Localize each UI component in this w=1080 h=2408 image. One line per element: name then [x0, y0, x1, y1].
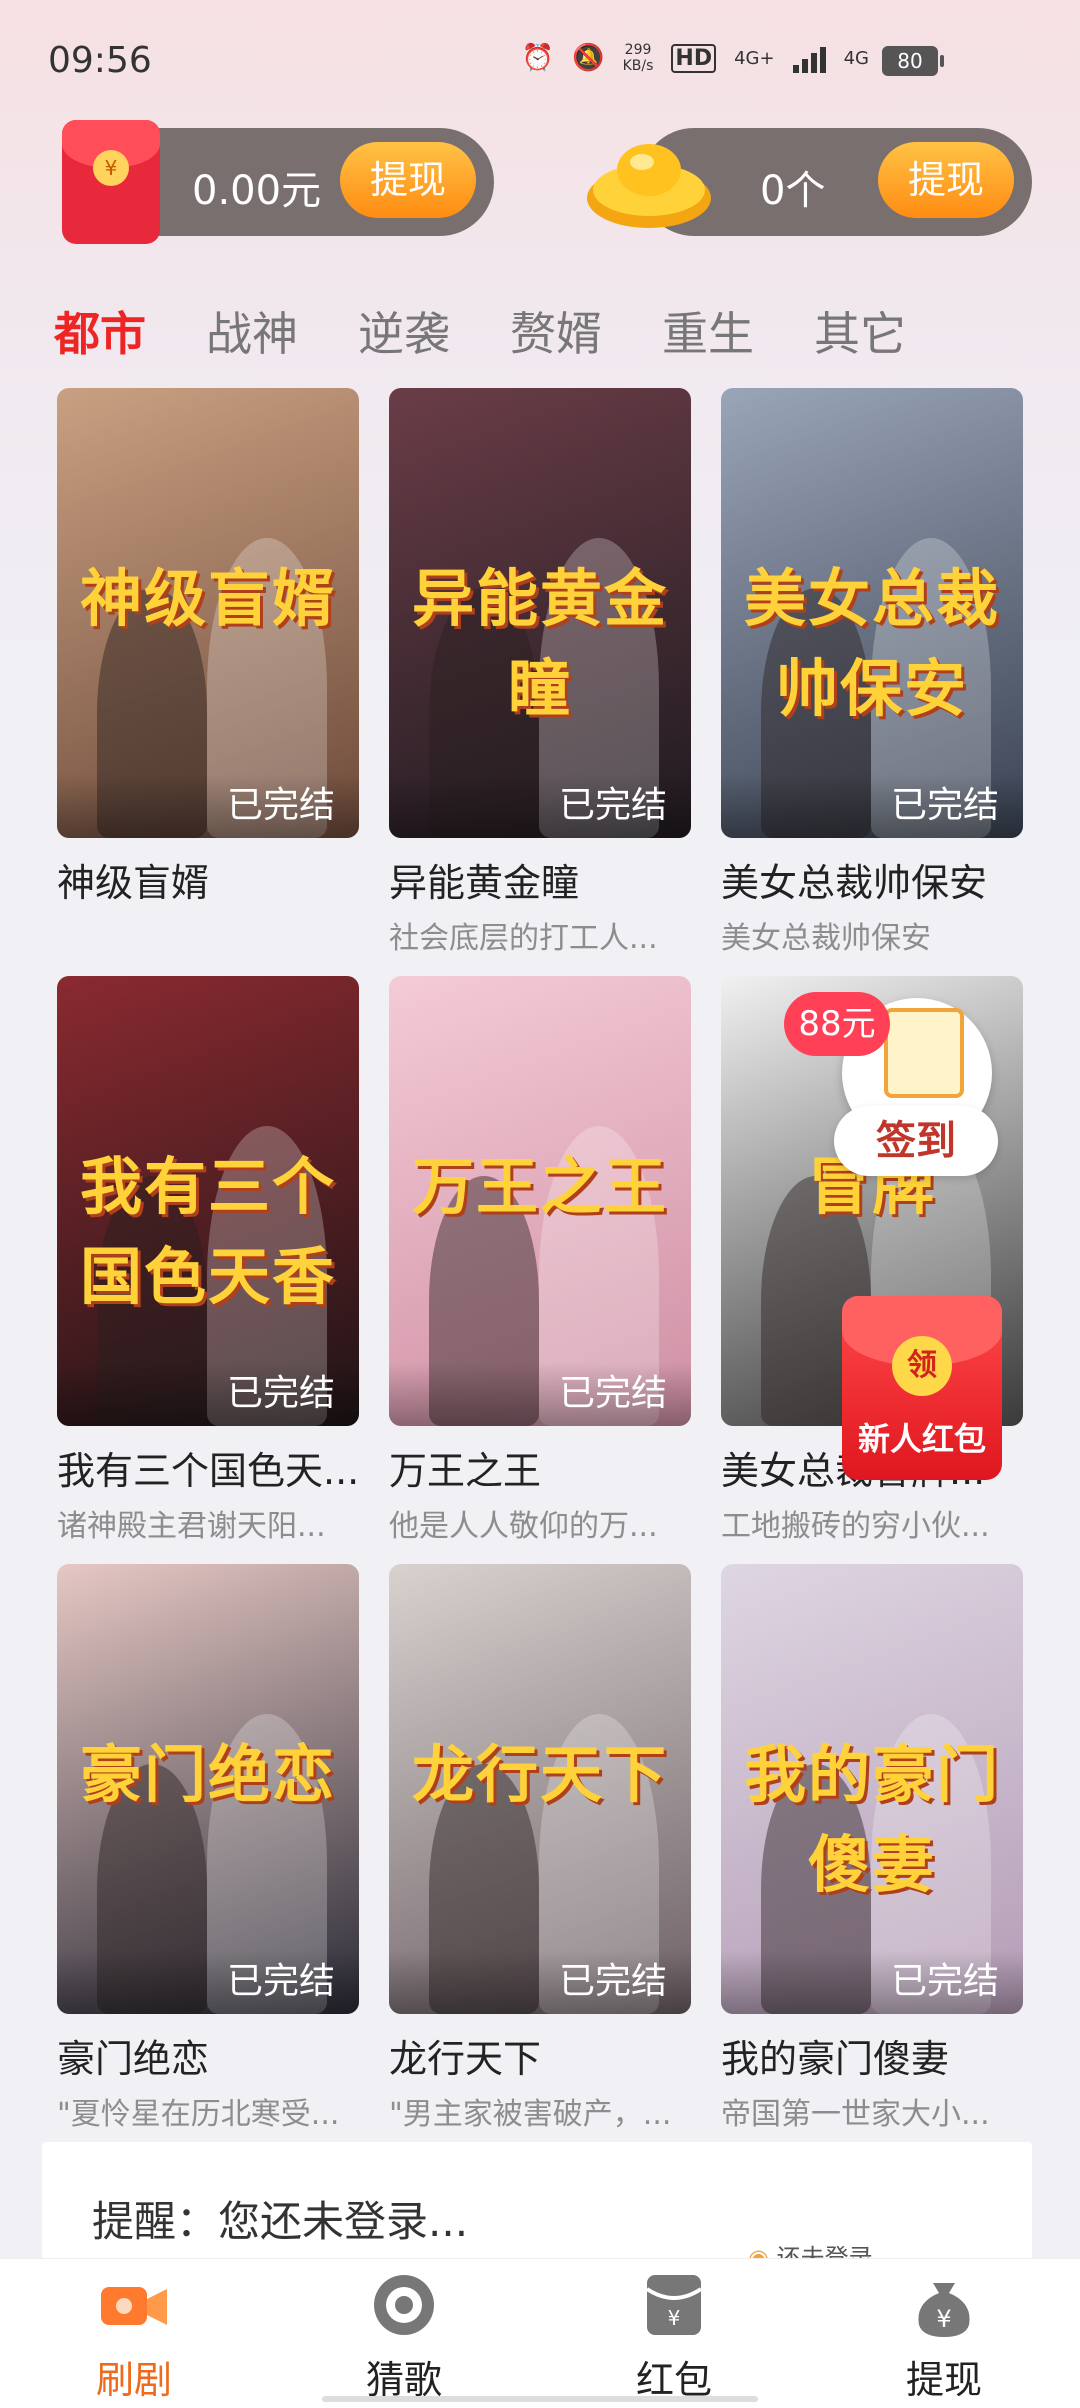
poster-title-art: 美女总裁 帅保安: [743, 562, 1000, 725]
gold-ingot-icon[interactable]: [584, 134, 714, 230]
completed-badge: 已完结: [389, 1362, 691, 1426]
drama-poster[interactable]: 神级盲婿 已完结: [57, 388, 359, 838]
cash-withdraw-button[interactable]: 提现: [340, 142, 476, 218]
signal-icon: [792, 43, 826, 73]
gold-amount: 0个: [760, 168, 826, 214]
nav-tixian[interactable]: ¥ 提现: [874, 2269, 1014, 2404]
drama-card[interactable]: 豪门绝恋 已完结 豪门绝恋 "夏怜星在历北寒受...: [57, 1564, 359, 2133]
gold-withdraw-button[interactable]: 提现: [878, 142, 1014, 218]
drama-card[interactable]: 异能黄金瞳 已完结 异能黄金瞳 社会底层的打工人...: [389, 388, 691, 957]
login-reminder-text: 提醒：您还未登录...: [92, 2197, 469, 2246]
drama-card[interactable]: 美女总裁 帅保安 已完结 美女总裁帅保安 美女总裁帅保安: [721, 388, 1023, 957]
poster-title-art: 我有三个国色天香: [79, 1150, 336, 1313]
tab-nixi[interactable]: 逆袭: [358, 298, 450, 364]
nav-shuaju-label: 刷剧: [95, 2358, 172, 2402]
money-bag-icon: ¥: [918, 2283, 970, 2337]
drama-card[interactable]: 我的豪门傻妻 已完结 我的豪门傻妻 帝国第一世家大小...: [721, 1564, 1023, 2133]
drama-poster[interactable]: 豪门绝恋 已完结: [57, 1564, 359, 2014]
new-user-red-packet[interactable]: 领 新人红包: [842, 1296, 1002, 1480]
completed-badge: 已完结: [389, 1950, 691, 2014]
alarm-icon: ⏰: [521, 43, 555, 73]
signal-4g-label: 4G: [843, 47, 869, 69]
drama-description: 社会底层的打工人...: [389, 921, 658, 956]
nav-caige[interactable]: 猜歌: [334, 2269, 474, 2404]
drama-title: 万王之王: [389, 1449, 542, 1493]
net-speed: 299 KB/s: [622, 42, 654, 74]
drama-poster[interactable]: 异能黄金瞳 已完结: [389, 388, 691, 838]
home-indicator[interactable]: [322, 2396, 758, 2402]
video-camera-icon: [101, 2287, 167, 2325]
nav-hongbao[interactable]: ¥ 红包: [604, 2269, 744, 2404]
completed-badge: 已完结: [57, 1362, 359, 1426]
clock: 09:56: [48, 40, 152, 81]
tab-qita[interactable]: 其它: [814, 298, 906, 364]
drama-title: 龙行天下: [389, 2037, 542, 2081]
category-tabs: 都市 战神 逆袭 赘婿 重生 其它: [54, 298, 906, 364]
completed-badge: 已完结: [57, 1950, 359, 2014]
nav-tixian-label: 提现: [905, 2358, 982, 2402]
new-user-red-packet-label: 新人红包: [857, 1420, 986, 1458]
drama-description: 诸神殿主君谢天阳...: [57, 1509, 326, 1544]
drama-description: 工地搬砖的穷小伙...: [721, 1509, 990, 1544]
poster-title-art: 神级盲婿: [79, 562, 336, 635]
tab-dushi[interactable]: 都市: [54, 298, 146, 364]
drama-title: 我的豪门傻妻: [721, 2037, 950, 2081]
signal-4g-plus-label: 4G+: [734, 47, 775, 69]
poster-title-art: 龙行天下: [411, 1738, 668, 1811]
drama-card[interactable]: 万王之王 已完结 万王之王 他是人人敬仰的万...: [389, 976, 691, 1545]
poster-title-art: 豪门绝恋: [79, 1738, 336, 1811]
drama-title: 美女总裁帅保安: [721, 861, 988, 905]
bottom-navigation: 刷剧 猜歌 ¥ 红包 ¥ 提现: [0, 2258, 1080, 2408]
completed-badge: 已完结: [389, 774, 691, 838]
tab-zhanshen[interactable]: 战神: [206, 298, 298, 364]
cash-amount: 0.00元: [192, 168, 322, 214]
mute-icon: 🔕: [572, 43, 605, 73]
drama-title: 豪门绝恋: [57, 2037, 210, 2081]
login-reminder[interactable]: 提醒：您还未登录... ◉ 还未登录: [42, 2142, 1032, 2272]
drama-card[interactable]: 神级盲婿 已完结 神级盲婿: [57, 388, 359, 913]
poster-title-art: 万王之王: [411, 1150, 668, 1223]
tab-zhuixu[interactable]: 赘婿: [510, 298, 602, 364]
red-envelope-icon: ¥: [645, 2275, 703, 2335]
status-bar: 09:56 ⏰ 🔕 299 KB/s HD 4G+ 4G 80: [0, 0, 1080, 120]
music-disc-icon: [374, 2275, 434, 2335]
drama-poster[interactable]: 龙行天下 已完结: [389, 1564, 691, 2014]
drama-poster[interactable]: 万王之王 已完结: [389, 976, 691, 1426]
completed-badge: 已完结: [721, 774, 1023, 838]
sign-in-label: 签到: [834, 1106, 998, 1176]
coin-icon: ¥: [93, 150, 129, 186]
drama-poster[interactable]: 我有三个国色天香已完结: [57, 976, 359, 1426]
drama-title: 异能黄金瞳: [389, 861, 580, 905]
drama-description: "男主家被害破产，...: [389, 2097, 672, 2132]
poster-title-art: 我的豪门傻妻: [743, 1738, 1000, 1901]
poster-title-art: 异能黄金瞳: [411, 562, 668, 725]
drama-card[interactable]: 我有三个国色天香已完结我有三个国色天... 诸神殿主君谢天阳...: [57, 976, 359, 1545]
completed-badge: 已完结: [721, 1950, 1023, 2014]
drama-card[interactable]: 龙行天下 已完结 龙行天下 "男主家被害破产，...: [389, 1564, 691, 2133]
drama-title: 我有三个国色天...: [57, 1449, 359, 1493]
nav-shuaju[interactable]: 刷剧: [64, 2269, 204, 2404]
svg-text:¥: ¥: [936, 2305, 951, 2333]
battery-indicator: 80: [882, 46, 944, 76]
status-icons: ⏰ 🔕 299 KB/s HD 4G+ 4G: [522, 42, 920, 74]
drama-description: 他是人人敬仰的万...: [389, 1509, 658, 1544]
checklist-icon: [884, 1008, 964, 1098]
svg-text:¥: ¥: [668, 2306, 681, 2330]
tab-chongsheng[interactable]: 重生: [662, 298, 754, 364]
drama-description: 美女总裁帅保安: [721, 921, 931, 956]
hd-icon: HD: [671, 43, 717, 73]
drama-poster[interactable]: 我的豪门傻妻 已完结: [721, 1564, 1023, 2014]
drama-poster[interactable]: 美女总裁 帅保安已完结: [721, 388, 1023, 838]
drama-description: 帝国第一世家大小...: [721, 2097, 990, 2132]
red-packet-icon[interactable]: ¥: [62, 120, 160, 244]
drama-title: 神级盲婿: [57, 861, 210, 905]
claim-icon: 领: [892, 1336, 952, 1396]
completed-badge: 已完结: [57, 774, 359, 838]
bonus-badge[interactable]: 88元: [784, 992, 890, 1056]
drama-description: "夏怜星在历北寒受...: [57, 2097, 340, 2132]
